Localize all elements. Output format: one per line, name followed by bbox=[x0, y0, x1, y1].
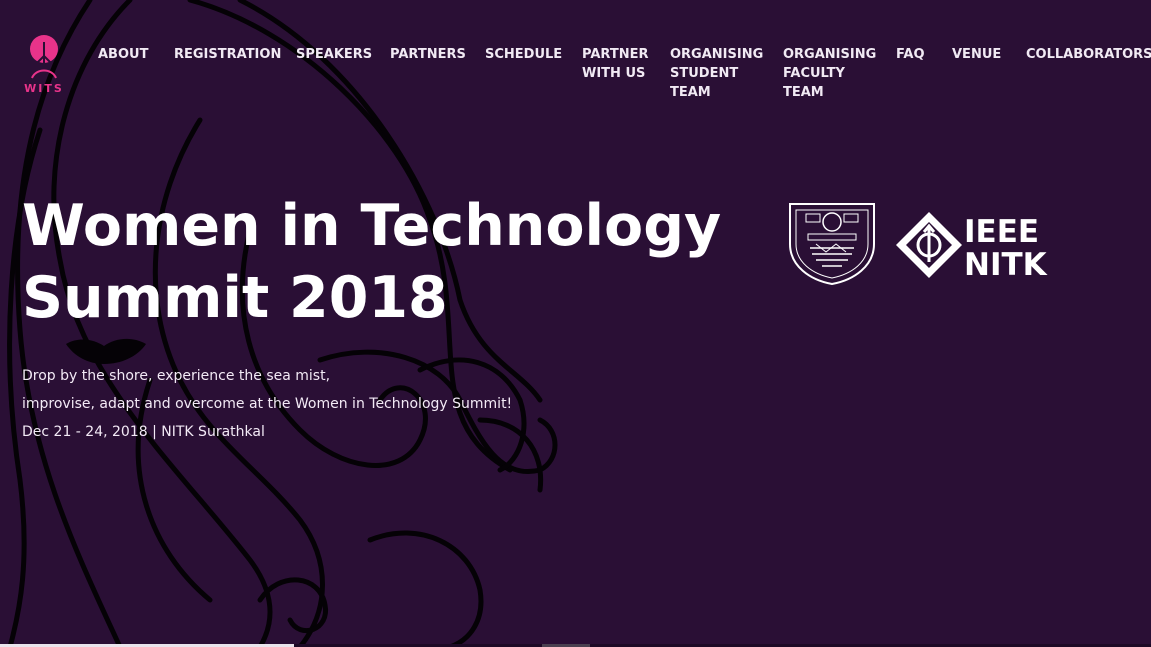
nav-schedule[interactable]: SCHEDULE bbox=[485, 45, 562, 64]
nav-speakers[interactable]: SPEAKERS bbox=[296, 45, 372, 64]
nitk-text: NITK bbox=[964, 247, 1047, 283]
nav-partners[interactable]: PARTNERS bbox=[390, 45, 466, 64]
nav-about[interactable]: ABOUT bbox=[98, 45, 148, 64]
nav-faq[interactable]: FAQ bbox=[896, 45, 925, 64]
hero-section: Women in Technology Summit 2018 Drop by … bbox=[22, 190, 742, 446]
nav-partner-with-us[interactable]: PARTNER WITH US bbox=[582, 45, 648, 83]
nav-collaborators[interactable]: COLLABORATORS bbox=[1026, 45, 1151, 64]
ieee-text: IEEE bbox=[964, 214, 1040, 250]
nav-organising-faculty-team[interactable]: ORGANISING FACULTY TEAM bbox=[783, 45, 876, 102]
hero-tagline-1: Drop by the shore, experience the sea mi… bbox=[22, 368, 331, 384]
ieee-nitk-logo: IEEE NITK bbox=[894, 210, 1047, 283]
hero-tagline-2: improvise, adapt and overcome at the Wom… bbox=[22, 396, 513, 412]
hero-date-location: Dec 21 - 24, 2018 | NITK Surathkal bbox=[22, 424, 265, 440]
main-navigation: ABOUT REGISTRATION SPEAKERS PARTNERS SCH… bbox=[0, 0, 1151, 110]
nitk-crest-icon bbox=[789, 203, 875, 286]
hero-title: Women in Technology Summit 2018 bbox=[22, 193, 722, 331]
nav-organising-student-team[interactable]: ORGANISING STUDENT TEAM bbox=[670, 45, 763, 102]
nav-registration[interactable]: REGISTRATION bbox=[174, 45, 281, 64]
nav-venue[interactable]: VENUE bbox=[952, 45, 1001, 64]
ieee-diamond-icon bbox=[896, 212, 962, 278]
